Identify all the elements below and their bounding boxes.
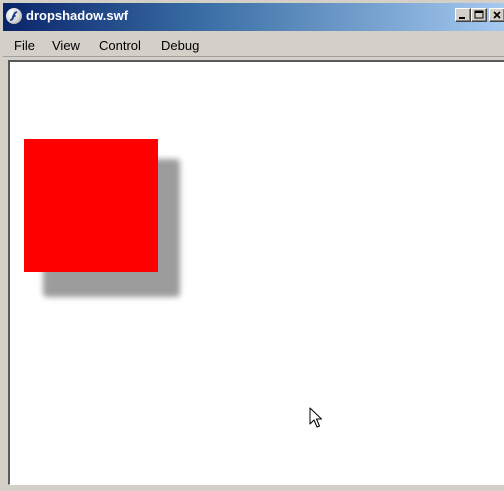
window-bottom-border xyxy=(1,485,504,491)
minimize-icon xyxy=(459,17,465,19)
menu-debug[interactable]: Debug xyxy=(161,38,199,53)
menu-view[interactable]: View xyxy=(52,38,80,53)
close-button[interactable] xyxy=(489,8,504,22)
title-bar[interactable]: dropshadow.swf xyxy=(3,3,504,31)
menu-bar: File View Control Debug xyxy=(3,31,504,57)
maximize-icon xyxy=(474,10,484,19)
red-square xyxy=(24,139,158,272)
flash-player-window: dropshadow.swf File View Control Debug xyxy=(0,0,504,491)
maximize-button[interactable] xyxy=(471,8,487,22)
close-icon xyxy=(493,11,501,19)
flash-stage[interactable] xyxy=(8,60,504,485)
menu-control[interactable]: Control xyxy=(99,38,141,53)
arrow-cursor-icon xyxy=(309,407,322,428)
menu-file[interactable]: File xyxy=(14,38,35,53)
flash-player-icon[interactable] xyxy=(6,8,22,24)
window-title: dropshadow.swf xyxy=(26,8,129,23)
minimize-button[interactable] xyxy=(455,8,471,22)
